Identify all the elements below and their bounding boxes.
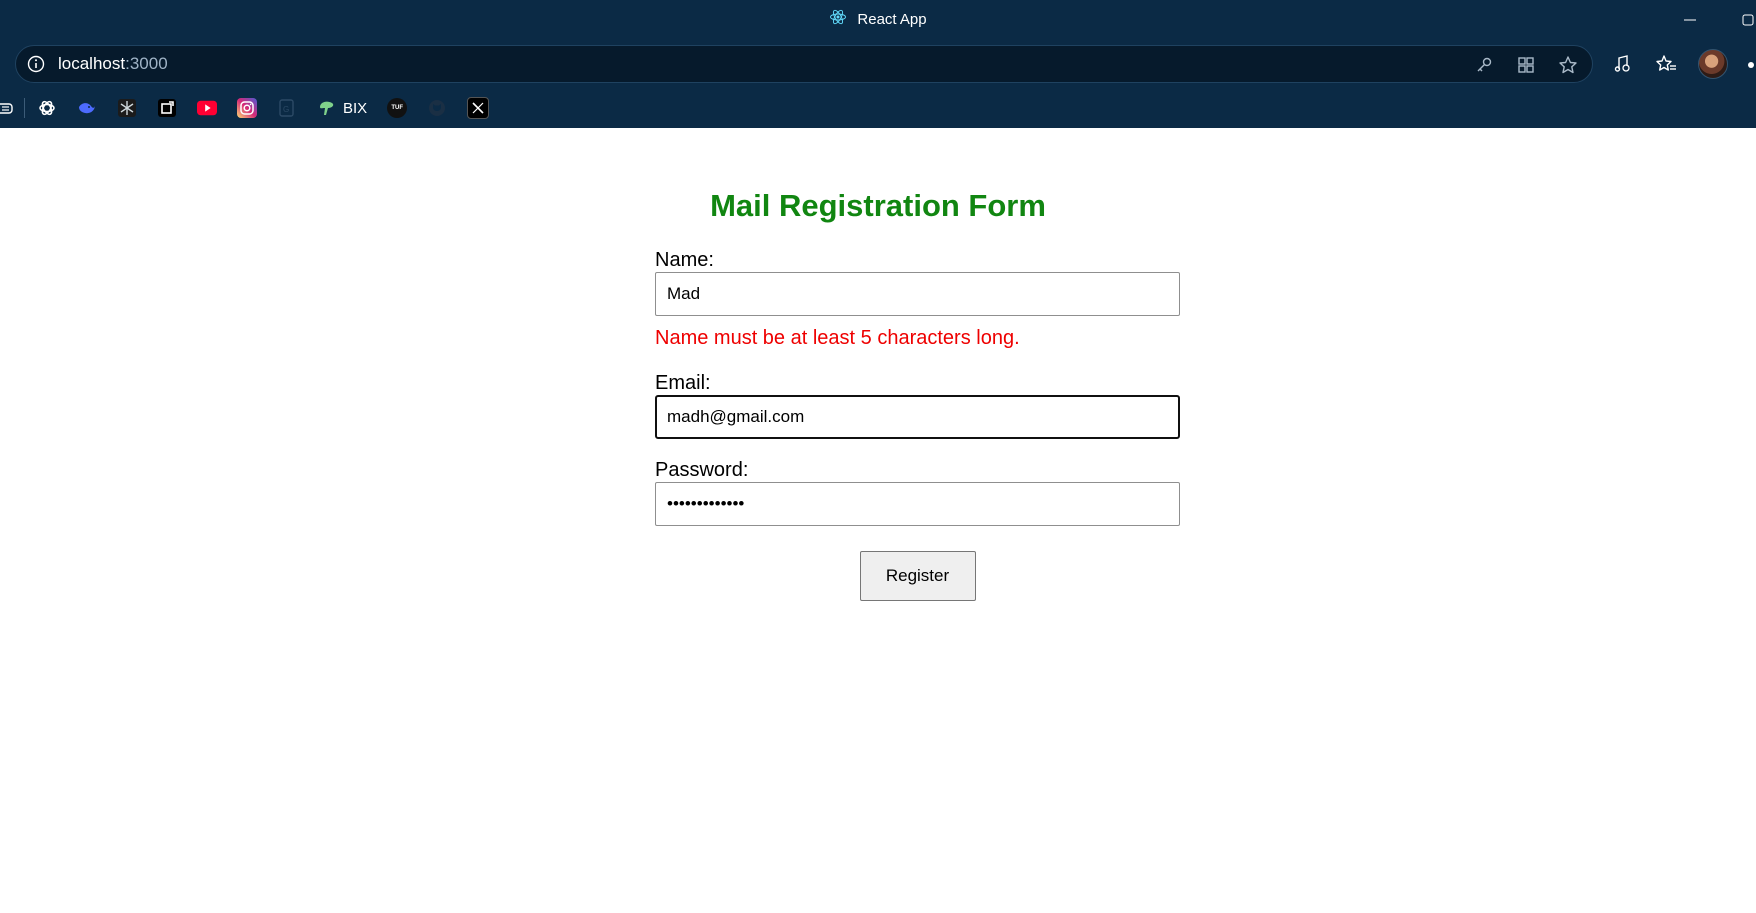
name-field-group: Name: Name must be at least 5 characters… — [655, 248, 1180, 350]
deepseek-icon[interactable] — [77, 98, 97, 118]
address-bar[interactable]: localhost:3000 — [15, 45, 1593, 83]
more-options-icon[interactable] — [1748, 62, 1754, 68]
page-content: Mail Registration Form Name: Name must b… — [0, 128, 1756, 913]
submit-row: Register — [655, 551, 1180, 601]
email-input[interactable] — [655, 395, 1180, 439]
browser-chrome: React App localhost:3000 G BIX TUF — [0, 0, 1756, 128]
media-control-icon[interactable] — [1610, 52, 1634, 76]
register-button[interactable]: Register — [859, 551, 976, 601]
bookmark-bix[interactable]: BIX — [317, 98, 367, 118]
perplexity-icon[interactable] — [117, 98, 137, 118]
tuf-icon[interactable]: TUF — [387, 98, 408, 118]
favorites-icon[interactable] — [1654, 52, 1678, 76]
bookmarks-bar: G BIX TUF — [0, 96, 509, 120]
bookmark-bix-label: BIX — [343, 99, 368, 117]
restore-button[interactable] — [1736, 8, 1756, 32]
window-title-group: React App — [0, 8, 1756, 30]
password-label: Password: — [655, 459, 749, 481]
bix-icon — [320, 101, 334, 115]
url-port: :3000 — [125, 54, 168, 73]
instagram-icon[interactable] — [237, 98, 257, 118]
toolbar-right — [1610, 49, 1728, 79]
svg-text:G: G — [283, 105, 289, 114]
email-label: Email: — [655, 372, 711, 394]
window-title: React App — [857, 10, 927, 28]
favorite-star-icon[interactable] — [1556, 53, 1580, 77]
email-field-group: Email: — [655, 371, 1180, 439]
name-label: Name: — [655, 249, 714, 271]
minimize-button[interactable] — [1678, 8, 1702, 32]
address-bar-actions — [1472, 53, 1580, 77]
tuf-icon-label: TUF — [391, 105, 404, 111]
name-input[interactable] — [655, 272, 1180, 316]
registration-form: Name: Name must be at least 5 characters… — [655, 248, 1180, 601]
name-error-message: Name must be at least 5 characters long. — [655, 327, 1020, 349]
bookmarks-separator — [24, 98, 25, 118]
password-input[interactable] — [655, 482, 1180, 526]
react-logo-icon — [829, 8, 847, 30]
url-host: localhost — [58, 54, 126, 73]
title-bar: React App — [0, 0, 1756, 40]
tab-actions-icon[interactable] — [0, 98, 16, 118]
site-info-icon[interactable] — [26, 54, 46, 74]
capcut-icon[interactable] — [157, 98, 177, 118]
youtube-icon[interactable] — [197, 98, 217, 118]
x-icon[interactable] — [467, 97, 490, 119]
profile-avatar[interactable] — [1698, 49, 1728, 79]
doc-icon[interactable]: G — [277, 98, 297, 118]
url-text[interactable]: localhost:3000 — [58, 54, 168, 74]
github-icon[interactable] — [427, 98, 447, 118]
key-icon[interactable] — [1472, 53, 1496, 77]
password-field-group: Password: — [655, 458, 1180, 526]
apps-icon[interactable] — [1514, 53, 1538, 77]
openai-icon[interactable] — [37, 98, 57, 118]
form-title: Mail Registration Form — [710, 188, 1046, 223]
